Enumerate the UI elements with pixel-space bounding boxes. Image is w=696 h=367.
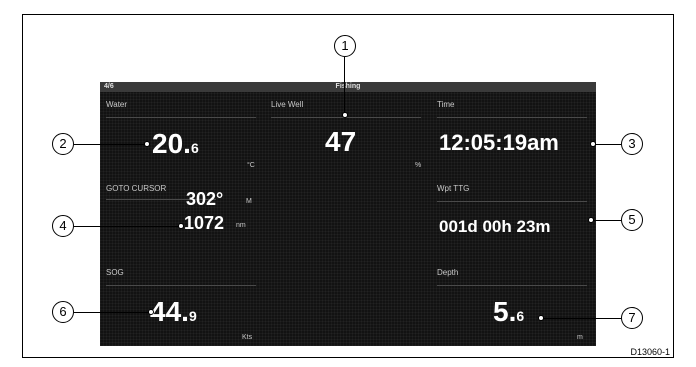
callout-4-leader xyxy=(74,226,180,227)
depth-divider xyxy=(437,285,587,286)
callout-7-dot xyxy=(538,315,544,321)
live-well-label: Live Well xyxy=(271,100,304,109)
sog-divider xyxy=(106,285,256,286)
wpt-ttg-panel[interactable]: Wpt TTG 001d 00h 23m xyxy=(431,176,596,260)
callout-5-leader xyxy=(592,220,621,221)
display-screen: 4/6 Fishing Water 20.6 °C Live Well 47 %… xyxy=(100,82,596,346)
callout-1-leader xyxy=(344,57,345,115)
callout-6-leader xyxy=(74,312,150,313)
callout-1-dot xyxy=(342,112,348,118)
time-panel[interactable]: Time 12:05:19am xyxy=(431,92,596,176)
callout-6-dot xyxy=(148,309,154,315)
goto-distance-unit: nm xyxy=(236,222,246,229)
time-divider xyxy=(437,117,587,118)
wpt-ttg-label: Wpt TTG xyxy=(437,184,470,193)
goto-cursor-label: GOTO CURSOR xyxy=(106,184,167,193)
depth-unit: m xyxy=(577,334,583,341)
callout-3-dot xyxy=(590,141,596,147)
callout-2-leader xyxy=(74,144,146,145)
page-title: Fishing xyxy=(335,83,361,90)
callout-1: 1 xyxy=(334,35,356,57)
callout-2-dot xyxy=(144,141,150,147)
callout-4-dot xyxy=(178,223,184,229)
goto-cursor-panel[interactable]: GOTO CURSOR 302° M 1072 nm xyxy=(100,176,265,260)
callout-6: 6 xyxy=(52,301,74,323)
live-well-panel[interactable]: Live Well 47 % xyxy=(265,92,431,176)
water-divider xyxy=(106,117,256,118)
sog-label: SOG xyxy=(106,268,124,277)
goto-bearing-unit: M xyxy=(246,198,252,205)
time-value: 12:05:19am xyxy=(439,130,559,155)
callout-7-leader xyxy=(542,318,621,319)
live-well-unit: % xyxy=(415,162,422,169)
water-label: Water xyxy=(106,100,128,109)
depth-value: 5.6 xyxy=(493,296,525,327)
depth-panel[interactable]: Depth 5.6 m xyxy=(431,260,596,346)
water-unit: °C xyxy=(247,162,255,169)
callout-2: 2 xyxy=(52,133,74,155)
callout-5: 5 xyxy=(621,209,643,231)
depth-label: Depth xyxy=(437,268,459,277)
wpt-ttg-value: 001d 00h 23m xyxy=(439,217,551,236)
callout-3-leader xyxy=(594,144,621,145)
callout-7: 7 xyxy=(621,307,643,329)
sog-unit: Kts xyxy=(242,334,253,341)
title-bar: 4/6 Fishing xyxy=(100,82,596,92)
water-panel[interactable]: Water 20.6 °C xyxy=(100,92,265,176)
sog-value: 44.9 xyxy=(150,296,197,327)
sog-panel[interactable]: SOG 44.9 Kts xyxy=(100,260,265,346)
callout-4: 4 xyxy=(52,215,74,237)
time-label: Time xyxy=(437,100,455,109)
water-value: 20.6 xyxy=(152,128,199,159)
live-well-value: 47 xyxy=(325,126,357,157)
callout-3: 3 xyxy=(621,133,643,155)
goto-bearing-value: 302° xyxy=(186,189,224,209)
goto-distance-value: 1072 xyxy=(184,213,225,233)
document-id: D13060-1 xyxy=(630,347,670,357)
wpt-ttg-divider xyxy=(437,201,587,202)
callout-5-dot xyxy=(588,217,594,223)
